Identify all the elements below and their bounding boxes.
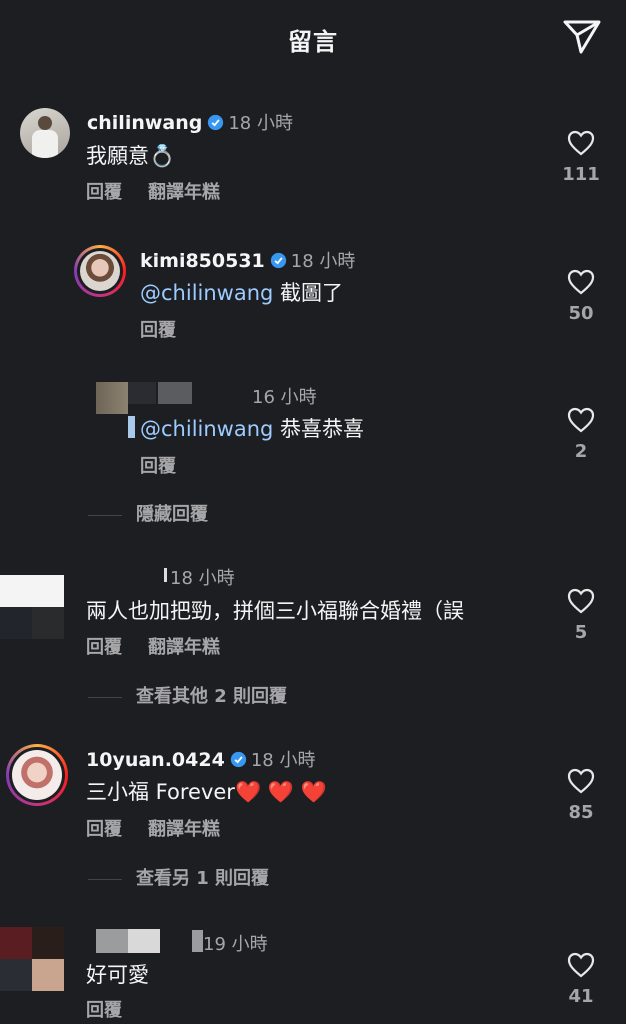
comment-actions: 回覆 <box>86 996 148 1022</box>
comment-time: 18 小時 <box>228 113 293 134</box>
translate-button[interactable]: 翻譯年糕 <box>148 819 220 840</box>
send-icon[interactable] <box>560 16 604 56</box>
heart-icon[interactable] <box>567 130 595 156</box>
reply-item: kimi850531 18 小時 @chilinwang 截圖了 回覆 50 <box>0 240 626 360</box>
mention-link[interactable]: @chilinwang <box>140 281 273 305</box>
like-count: 2 <box>574 441 588 462</box>
comment-header: 18 小時 <box>170 564 235 590</box>
mention-link[interactable]: @chilinwang <box>140 417 273 441</box>
comment-text: 三小福 Forever❤️ ❤️ ❤️ <box>86 780 327 804</box>
username[interactable]: kimi850531 <box>140 250 265 272</box>
verified-badge-icon <box>270 252 286 269</box>
translate-button[interactable]: 翻譯年糕 <box>148 637 220 658</box>
heart-emoji: ❤️ ❤️ ❤️ <box>234 780 327 804</box>
comment-header: 10yuan.0424 18 小時 <box>86 746 315 772</box>
translate-button[interactable]: 翻譯年糕 <box>148 182 220 203</box>
blurred-avatar <box>32 927 64 959</box>
comment-actions: 回覆 <box>140 316 202 342</box>
comment-time: 16 小時 <box>252 387 317 408</box>
comment-header: kimi850531 18 小時 <box>140 247 355 273</box>
blurred-avatar <box>0 959 32 991</box>
comment-text: 兩人也加把勁，拼個三小福聯合婚禮（誤 <box>86 599 464 623</box>
comment-text: @chilinwang 截圖了 <box>140 281 344 305</box>
heart-icon[interactable] <box>567 952 595 978</box>
reply-button[interactable]: 回覆 <box>140 320 176 341</box>
verified-badge-icon <box>208 114 224 131</box>
comment-text: 我願意💍 <box>86 144 176 168</box>
comment-item: 10yuan.0424 18 小時 三小福 Forever❤️ ❤️ ❤️ 回覆 翻… <box>0 740 626 890</box>
comment-time: 19 小時 <box>203 934 268 955</box>
divider <box>88 878 122 880</box>
comment-header: 19 小時 <box>203 930 268 956</box>
comment-text: 好可愛 <box>86 963 149 987</box>
blurred-username <box>128 382 156 404</box>
blurred-avatar <box>96 382 128 414</box>
like-button[interactable]: 50 <box>556 269 606 324</box>
reply-button[interactable]: 回覆 <box>86 1000 122 1021</box>
heart-icon[interactable] <box>567 588 595 614</box>
like-button[interactable]: 41 <box>556 952 606 1007</box>
page-title: 留言 <box>288 28 338 56</box>
like-button[interactable]: 111 <box>556 130 606 185</box>
avatar[interactable] <box>6 744 68 806</box>
like-count: 85 <box>568 802 594 823</box>
comment-item: chilinwang 18 小時 我願意💍 回覆 翻譯年糕 111 <box>0 100 626 220</box>
like-button[interactable]: 5 <box>556 588 606 643</box>
comment-actions: 回覆 翻譯年糕 <box>86 633 246 659</box>
comment-actions: 回覆 翻譯年糕 <box>86 815 246 841</box>
verified-badge-icon <box>230 751 246 768</box>
blurred-avatar <box>0 927 32 959</box>
comment-item: 18 小時 兩人也加把勁，拼個三小福聯合婚禮（誤 回覆 翻譯年糕 5 查看其他 2… <box>0 560 626 710</box>
ring-emoji: 💍 <box>149 144 176 168</box>
reply-button[interactable]: 回覆 <box>86 182 122 203</box>
hide-replies-button[interactable]: 隱藏回覆 <box>88 500 208 526</box>
like-count: 41 <box>568 986 594 1007</box>
username[interactable]: chilinwang <box>87 112 202 134</box>
blurred-mark <box>192 930 203 952</box>
view-more-replies-button[interactable]: 查看另 1 則回覆 <box>88 864 269 890</box>
like-count: 111 <box>562 164 600 185</box>
blurred-avatar <box>32 959 64 991</box>
divider <box>88 696 122 698</box>
blurred-avatar <box>0 575 64 607</box>
blurred-mark <box>164 568 167 582</box>
heart-icon[interactable] <box>567 768 595 794</box>
comment-text: @chilinwang 恭喜恭喜 <box>140 417 365 441</box>
comment-time: 18 小時 <box>250 750 316 771</box>
comment-time: 18 小時 <box>170 568 235 589</box>
comment-time: 18 小時 <box>290 251 356 272</box>
heart-icon[interactable] <box>567 269 595 295</box>
like-button[interactable]: 85 <box>556 768 606 823</box>
username[interactable]: 10yuan.0424 <box>86 749 225 771</box>
reply-button[interactable]: 回覆 <box>86 819 122 840</box>
comment-header: 16 小時 <box>252 383 317 409</box>
blurred-avatar <box>0 607 32 639</box>
like-count: 5 <box>574 622 588 643</box>
comment-actions: 回覆 <box>140 452 202 478</box>
comment-item: 19 小時 好可愛 回覆 41 <box>0 920 626 1024</box>
blurred-username <box>158 382 192 404</box>
comment-actions: 回覆 翻譯年糕 <box>86 178 246 204</box>
reply-item: 16 小時 @chilinwang 恭喜恭喜 回覆 2 隱藏回覆 <box>0 378 626 528</box>
blurred-mark <box>128 416 135 438</box>
header: 留言 <box>0 0 626 78</box>
reply-button[interactable]: 回覆 <box>86 637 122 658</box>
divider <box>88 514 122 516</box>
blurred-avatar <box>32 607 64 639</box>
avatar[interactable] <box>20 108 70 158</box>
blurred-username <box>96 929 128 953</box>
reply-button[interactable]: 回覆 <box>140 456 176 477</box>
comment-header: chilinwang 18 小時 <box>87 109 293 135</box>
like-button[interactable]: 2 <box>556 407 606 462</box>
view-more-replies-button[interactable]: 查看其他 2 則回覆 <box>88 682 287 708</box>
blurred-username <box>128 929 160 953</box>
avatar[interactable] <box>74 245 126 297</box>
heart-icon[interactable] <box>567 407 595 433</box>
like-count: 50 <box>568 303 594 324</box>
